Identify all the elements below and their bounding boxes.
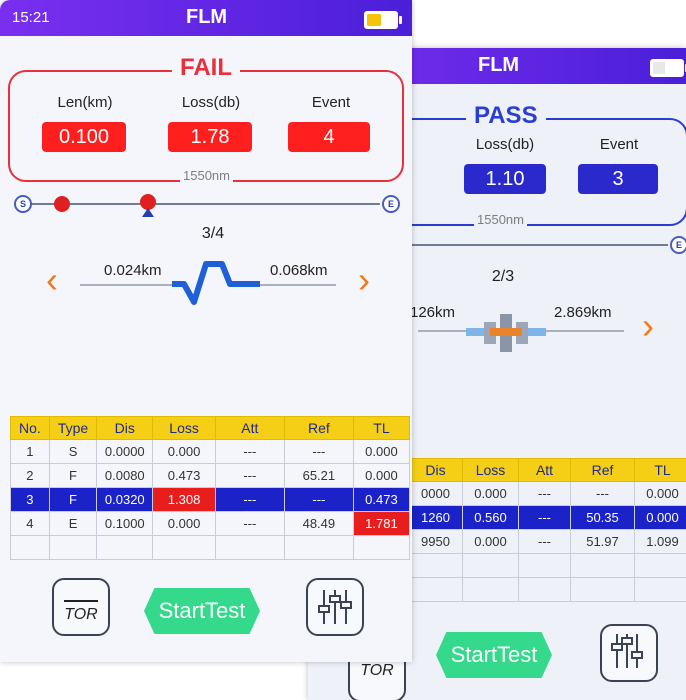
loss-header: Loss(db) (475, 136, 535, 153)
event-header: Event (311, 94, 351, 111)
table-row[interactable]: 0000 0.000 --- --- 0.000 (408, 481, 686, 506)
left-distance: 126km (410, 304, 456, 321)
right-distance: 0.068km (270, 262, 328, 279)
equalizer-sliders-icon (611, 634, 643, 668)
col-dis: Dis (408, 458, 463, 482)
col-att: Att (214, 416, 285, 440)
left-distance: 0.024km (104, 262, 162, 279)
col-loss: Loss (152, 416, 216, 440)
connector-event-icon (466, 314, 546, 352)
next-event-button[interactable]: › (642, 308, 654, 344)
table-row[interactable]: 9950 0.000 --- 51.97 1.099 (408, 529, 686, 554)
col-type: Type (48, 416, 98, 440)
reflective-event-icon (172, 261, 260, 305)
settings-button[interactable] (600, 624, 658, 682)
front-device-screen: 15:21 FLM FAIL 1550nm Len(km) Loss(db) E… (0, 0, 412, 662)
table-row[interactable]: 2 F 0.0080 0.473 --- 65.21 0.000 (10, 463, 411, 488)
table-row-empty (408, 577, 686, 602)
col-tl: TL (634, 458, 686, 482)
wavelength-label: 1550nm (474, 212, 527, 227)
next-event-button[interactable]: › (358, 262, 370, 298)
start-marker[interactable]: S (14, 195, 32, 213)
prev-event-button[interactable]: ‹ (46, 262, 58, 298)
clock: 15:21 (12, 9, 50, 26)
equalizer-sliders-icon (318, 590, 352, 624)
col-loss: Loss (462, 458, 519, 482)
length-value: 0.100 (42, 122, 126, 152)
table-row[interactable]: 4 E 0.1000 0.000 --- 48.49 1.781 (10, 511, 411, 536)
event-marker[interactable] (54, 196, 70, 212)
event-counter: 3/4 (201, 225, 225, 242)
table-row-selected[interactable]: 1260 0.560 --- 50.35 0.000 (408, 505, 686, 530)
result-status: PASS (466, 102, 546, 130)
col-tl: TL (352, 416, 411, 440)
end-marker[interactable]: E (382, 195, 400, 213)
app-title: FLM (478, 54, 520, 76)
tor-overline (64, 600, 98, 602)
table-row-empty (10, 535, 411, 560)
tor-button[interactable]: TOR (52, 578, 110, 636)
event-table: Dis Loss Att Ref TL 0000 0.000 --- --- 0.000… (408, 458, 686, 602)
table-row[interactable]: 1 S 0.0000 0.000 --- --- 0.000 (10, 439, 411, 464)
battery-icon (650, 59, 686, 77)
table-row-selected[interactable]: 3 F 0.0320 1.308 --- --- 0.473 (10, 487, 411, 512)
event-table: No. Type Dis Loss Att Ref TL 1 S 0.0000 0.0… (10, 416, 411, 560)
loss-header: Loss(db) (181, 94, 241, 111)
col-ref: Ref (283, 416, 354, 440)
selected-pointer-icon (142, 208, 154, 217)
loss-value: 1.10 (464, 164, 546, 194)
event-value: 3 (578, 164, 658, 194)
col-no: No. (10, 416, 50, 440)
result-status: FAIL (172, 54, 240, 82)
end-marker[interactable]: E (670, 236, 686, 254)
loss-value: 1.78 (168, 122, 252, 152)
start-test-button[interactable]: StartTest (436, 632, 552, 678)
settings-button[interactable] (306, 578, 364, 636)
length-header: Len(km) (57, 94, 113, 111)
status-bar: 15:21 FLM (0, 0, 412, 36)
event-value: 4 (288, 122, 370, 152)
link-track (30, 203, 380, 205)
battery-icon (364, 11, 402, 29)
wavelength-label: 1550nm (180, 168, 233, 183)
event-header: Event (599, 136, 639, 153)
table-row-empty (408, 553, 686, 578)
event-counter: 2/3 (491, 268, 515, 285)
col-att: Att (518, 458, 571, 482)
col-ref: Ref (570, 458, 635, 482)
app-title: FLM (186, 6, 228, 28)
start-test-button[interactable]: StartTest (144, 588, 260, 634)
col-dis: Dis (96, 416, 154, 440)
right-distance: 2.869km (554, 304, 612, 321)
